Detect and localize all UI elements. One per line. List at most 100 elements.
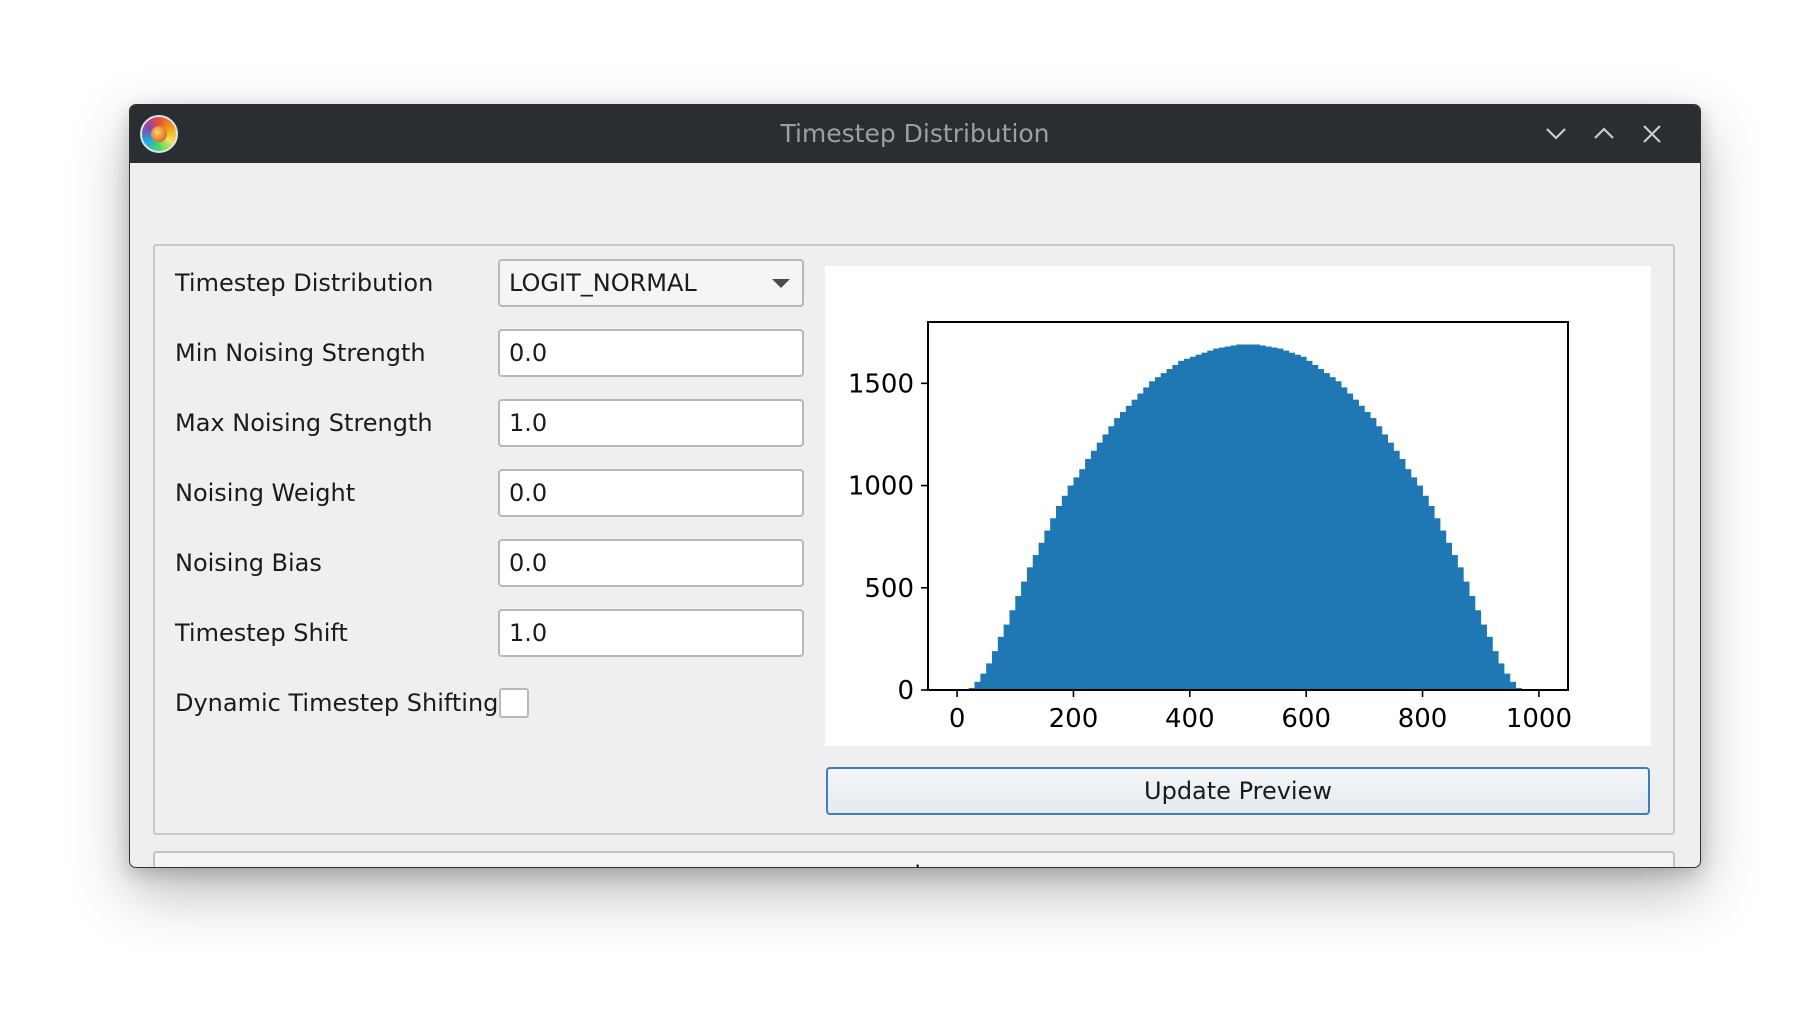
histogram-bar bbox=[1114, 418, 1121, 690]
dropdown-arrow-icon bbox=[772, 279, 790, 288]
histogram-bar bbox=[1253, 344, 1261, 690]
histogram-bar bbox=[1393, 450, 1400, 690]
histogram-bar bbox=[1416, 485, 1423, 690]
histogram-chart: 0 500 1000 1500 0 200 400 600 800 1000 bbox=[848, 321, 1572, 734]
histogram-bar bbox=[1504, 673, 1511, 690]
histogram-bar bbox=[1149, 381, 1156, 690]
histogram-bar bbox=[1352, 399, 1359, 690]
x-tick-label: 0 bbox=[949, 704, 966, 734]
histogram-bar bbox=[1277, 348, 1284, 690]
close-icon[interactable] bbox=[1636, 118, 1668, 150]
noising-weight-label: Noising Weight bbox=[175, 479, 356, 507]
histogram-bar bbox=[1341, 387, 1348, 690]
histogram-bar bbox=[1067, 485, 1074, 690]
histogram-bar bbox=[1073, 477, 1080, 690]
histogram-bar bbox=[1486, 636, 1493, 690]
dialog-window: Timestep Distribution Timestep Distribut… bbox=[129, 104, 1701, 868]
min-noising-strength-label: Min Noising Strength bbox=[175, 339, 426, 367]
y-tick-label: 1500 bbox=[848, 369, 914, 399]
histogram-bar bbox=[1125, 405, 1133, 690]
histogram-bar bbox=[1236, 344, 1243, 690]
desktop-background: Timestep Distribution Timestep Distribut… bbox=[0, 0, 1818, 1014]
histogram-bar bbox=[1492, 651, 1499, 690]
histogram-bar bbox=[1346, 393, 1354, 690]
max-noising-strength-label: Max Noising Strength bbox=[175, 409, 433, 437]
min-noising-strength-input[interactable]: 0.0 bbox=[498, 329, 804, 377]
histogram-bar bbox=[1166, 369, 1173, 690]
histogram-bar bbox=[1061, 495, 1069, 690]
histogram-bar bbox=[1474, 610, 1482, 690]
x-tick-label: 800 bbox=[1398, 704, 1448, 734]
histogram-bar bbox=[1364, 411, 1371, 690]
ok-button[interactable]: ok bbox=[153, 851, 1675, 867]
histogram-bar bbox=[1201, 352, 1208, 690]
window-title: Timestep Distribution bbox=[780, 119, 1050, 148]
histogram-bar bbox=[980, 673, 987, 690]
histogram-bar bbox=[1387, 442, 1394, 690]
noising-weight-input[interactable]: 0.0 bbox=[498, 469, 804, 517]
histogram-bar bbox=[1207, 350, 1214, 690]
histogram-bar bbox=[1335, 381, 1342, 690]
noising-bias-label: Noising Bias bbox=[175, 549, 322, 577]
update-preview-button[interactable]: Update Preview bbox=[826, 767, 1650, 815]
histogram-bar bbox=[1131, 399, 1138, 690]
timestep-distribution-select[interactable]: LOGIT_NORMAL bbox=[498, 259, 804, 307]
histogram-bar bbox=[1463, 581, 1470, 690]
noising-bias-input[interactable]: 0.0 bbox=[498, 539, 804, 587]
histogram-bar bbox=[1189, 356, 1197, 690]
histogram-bar bbox=[1317, 369, 1325, 690]
dynamic-timestep-shifting-checkbox[interactable] bbox=[499, 688, 529, 718]
histogram-bar bbox=[1376, 426, 1383, 690]
histogram-bar bbox=[1218, 347, 1226, 690]
histogram-bar bbox=[1399, 458, 1406, 690]
histogram-bar bbox=[1370, 418, 1377, 690]
x-tick-label: 400 bbox=[1165, 704, 1215, 734]
chevron-down-icon[interactable] bbox=[1540, 118, 1572, 150]
histogram-bar bbox=[1509, 681, 1517, 690]
distribution-preview-plot: 0 500 1000 1500 0 200 400 600 800 1000 bbox=[825, 266, 1651, 746]
y-tick-label: 1000 bbox=[848, 472, 914, 502]
histogram-bar bbox=[1172, 364, 1179, 690]
histogram-bar bbox=[1009, 610, 1016, 690]
histogram-bar bbox=[1422, 495, 1429, 690]
chevron-up-icon[interactable] bbox=[1588, 118, 1620, 150]
histogram-bar bbox=[1480, 624, 1487, 690]
histogram-bar bbox=[1445, 542, 1453, 690]
histogram-bar bbox=[1102, 434, 1109, 690]
histogram-bar bbox=[1026, 567, 1034, 690]
histogram-bar bbox=[1306, 360, 1313, 690]
histogram-bar bbox=[974, 681, 981, 690]
histogram-bar bbox=[1038, 542, 1045, 690]
histogram-bar bbox=[1242, 344, 1249, 690]
histogram-bar bbox=[1410, 477, 1418, 690]
timestep-distribution-value: LOGIT_NORMAL bbox=[509, 269, 697, 297]
x-axis: 0 200 400 600 800 1000 bbox=[949, 690, 1572, 734]
histogram-bar bbox=[1358, 405, 1365, 690]
histogram-bar bbox=[1451, 555, 1458, 690]
histogram-bar bbox=[1021, 581, 1028, 690]
histogram-bar bbox=[1288, 352, 1295, 690]
histogram-bar bbox=[1108, 426, 1115, 690]
histogram-bar bbox=[1294, 354, 1301, 690]
timestep-distribution-label: Timestep Distribution bbox=[175, 269, 434, 297]
histogram-bar bbox=[1032, 555, 1039, 690]
histogram-bar bbox=[1085, 458, 1092, 690]
histogram-bar bbox=[1329, 377, 1336, 690]
max-noising-strength-input[interactable]: 1.0 bbox=[498, 399, 804, 447]
histogram-bar bbox=[1184, 358, 1191, 690]
histogram-bar bbox=[1230, 345, 1237, 690]
histogram-bar bbox=[1120, 411, 1127, 690]
x-tick-label: 600 bbox=[1281, 704, 1331, 734]
histogram-bar bbox=[1090, 450, 1098, 690]
histogram-bar bbox=[1213, 348, 1220, 690]
histogram-bar bbox=[1137, 393, 1144, 690]
histogram-bar bbox=[1498, 663, 1505, 690]
histogram-bar bbox=[1440, 530, 1447, 690]
histogram-bar bbox=[1381, 434, 1389, 690]
histogram-bar bbox=[1271, 347, 1278, 690]
title-bar[interactable]: Timestep Distribution bbox=[130, 105, 1700, 163]
timestep-shift-input[interactable]: 1.0 bbox=[498, 609, 804, 657]
histogram-bar bbox=[1195, 354, 1202, 690]
histogram-bar bbox=[1248, 344, 1255, 690]
histogram-bar bbox=[1044, 530, 1051, 690]
